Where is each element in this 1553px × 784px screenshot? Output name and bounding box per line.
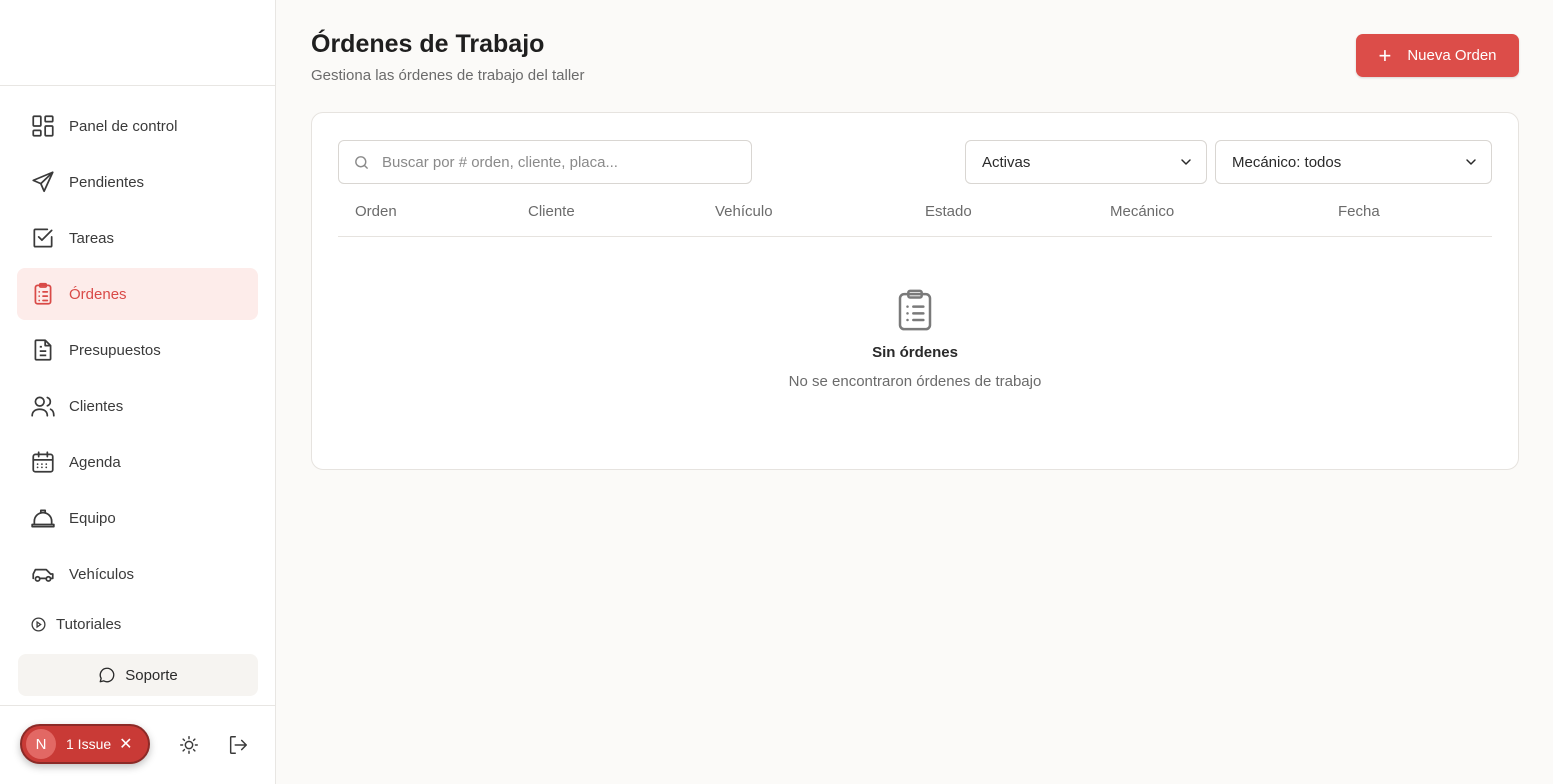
sidebar-item-label: Tareas [69, 229, 115, 247]
sidebar-item-label: Vehículos [69, 565, 135, 583]
empty-state-description: No se encontraron órdenes de trabajo [788, 373, 1042, 390]
tutorials-link[interactable]: Tutoriales [30, 616, 121, 633]
column-header-fecha[interactable]: Fecha [1338, 203, 1380, 220]
sidebar-item-label: Pendientes [69, 173, 145, 191]
sidebar-item-label: Panel de control [69, 117, 178, 135]
play-circle-icon [31, 617, 46, 632]
column-header-mecanico[interactable]: Mecánico [1110, 203, 1174, 220]
sidebar-item-equipo[interactable]: Equipo [17, 492, 258, 544]
search-input[interactable] [382, 153, 742, 171]
support-label: Soporte [125, 666, 178, 684]
sidebar-item-vehiculos[interactable]: Vehículos [17, 548, 258, 600]
sidebar-item-ordenes[interactable]: Órdenes [17, 268, 258, 320]
car-icon [32, 568, 54, 582]
support-button[interactable]: Soporte [18, 654, 258, 696]
clipboard-list-icon [34, 282, 52, 305]
page-title: Órdenes de Trabajo [311, 30, 545, 58]
sun-icon [180, 736, 198, 754]
sidebar-item-label: Clientes [69, 397, 124, 415]
sidebar-item-agenda[interactable]: Agenda [17, 436, 258, 488]
orders-card: Activas Mecánico: todos Orden Cliente Ve… [311, 112, 1519, 470]
column-header-estado[interactable]: Estado [925, 203, 972, 220]
new-order-button[interactable]: + Nueva Orden [1356, 34, 1519, 77]
chevron-down-icon [1466, 159, 1476, 165]
sidebar-item-clientes[interactable]: Clientes [17, 380, 258, 432]
sidebar-item-presupuestos[interactable]: Presupuestos [17, 324, 258, 376]
mechanic-select-value: Mecánico: todos [1232, 153, 1342, 171]
sidebar-item-pendientes[interactable]: Pendientes [17, 156, 258, 208]
document-icon [34, 339, 52, 361]
search-icon [355, 155, 368, 169]
close-icon[interactable]: ✕ [119, 734, 132, 754]
page-subtitle: Gestiona las órdenes de trabajo del tall… [311, 67, 585, 84]
clipboard-list-icon [898, 289, 932, 331]
empty-state: Sin órdenes No se encontraron órdenes de… [312, 288, 1518, 390]
chevron-down-icon [1181, 159, 1191, 165]
sidebar-item-label: Presupuestos [69, 341, 161, 359]
column-header-cliente[interactable]: Cliente [528, 203, 575, 220]
calendar-icon [32, 451, 54, 473]
tutorials-label: Tutoriales [56, 616, 122, 633]
status-select[interactable]: Activas [965, 140, 1207, 184]
sidebar: Panel de control Pendientes Tareas Órden… [0, 0, 276, 784]
column-header-vehiculo[interactable]: Vehículo [715, 203, 773, 220]
users-icon [31, 396, 55, 417]
logout-button[interactable] [227, 734, 249, 756]
sidebar-item-label: Agenda [69, 453, 121, 471]
status-select-value: Activas [982, 153, 1031, 171]
theme-toggle-button[interactable] [178, 734, 200, 756]
sidebar-footer: N 1 Issue ✕ [0, 705, 276, 784]
table-header: Orden Cliente Vehículo Estado Mecánico F… [338, 184, 1492, 237]
new-order-label: Nueva Orden [1407, 47, 1497, 64]
sidebar-item-label: Equipo [69, 509, 116, 527]
send-icon [32, 171, 54, 193]
plus-icon: + [1378, 42, 1392, 68]
empty-state-title: Sin órdenes [872, 344, 958, 361]
main-content: Órdenes de Trabajo Gestiona las órdenes … [276, 0, 1553, 784]
logout-icon [229, 736, 247, 754]
issue-label: 1 Issue [66, 736, 112, 752]
column-header-orden[interactable]: Orden [355, 203, 397, 220]
sidebar-item-label: Órdenes [69, 285, 127, 303]
dashboard-icon [32, 115, 54, 137]
sidebar-item-tareas[interactable]: Tareas [17, 212, 258, 264]
checkbox-icon [33, 228, 53, 248]
chat-bubble-icon [99, 667, 115, 683]
sidebar-logo-area [0, 0, 275, 86]
issue-badge[interactable]: N 1 Issue ✕ [20, 724, 150, 764]
mechanic-select[interactable]: Mecánico: todos [1215, 140, 1492, 184]
sidebar-nav: Panel de control Pendientes Tareas Órden… [17, 100, 258, 604]
search-field[interactable] [338, 140, 752, 184]
issue-avatar: N [26, 729, 56, 759]
hard-hat-icon [31, 509, 55, 528]
sidebar-item-panel-de-control[interactable]: Panel de control [17, 100, 258, 152]
